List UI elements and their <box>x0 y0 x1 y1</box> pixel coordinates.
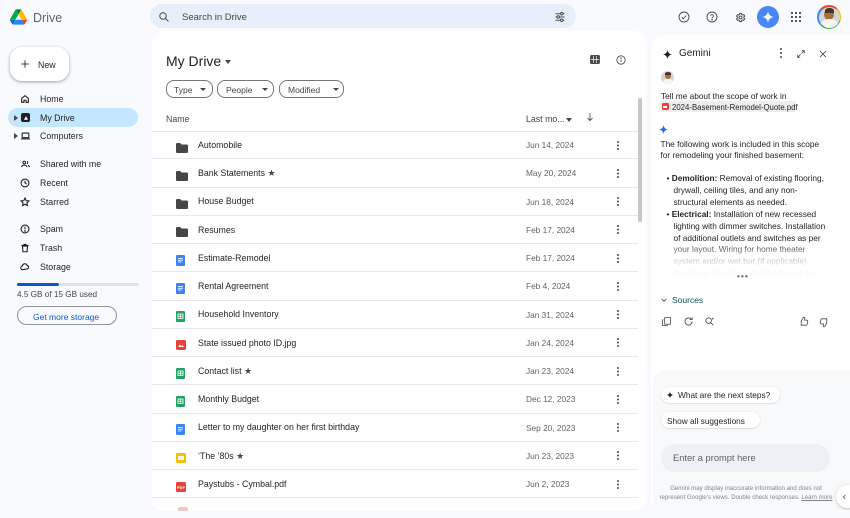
svg-text:PDF: PDF <box>177 485 186 490</box>
